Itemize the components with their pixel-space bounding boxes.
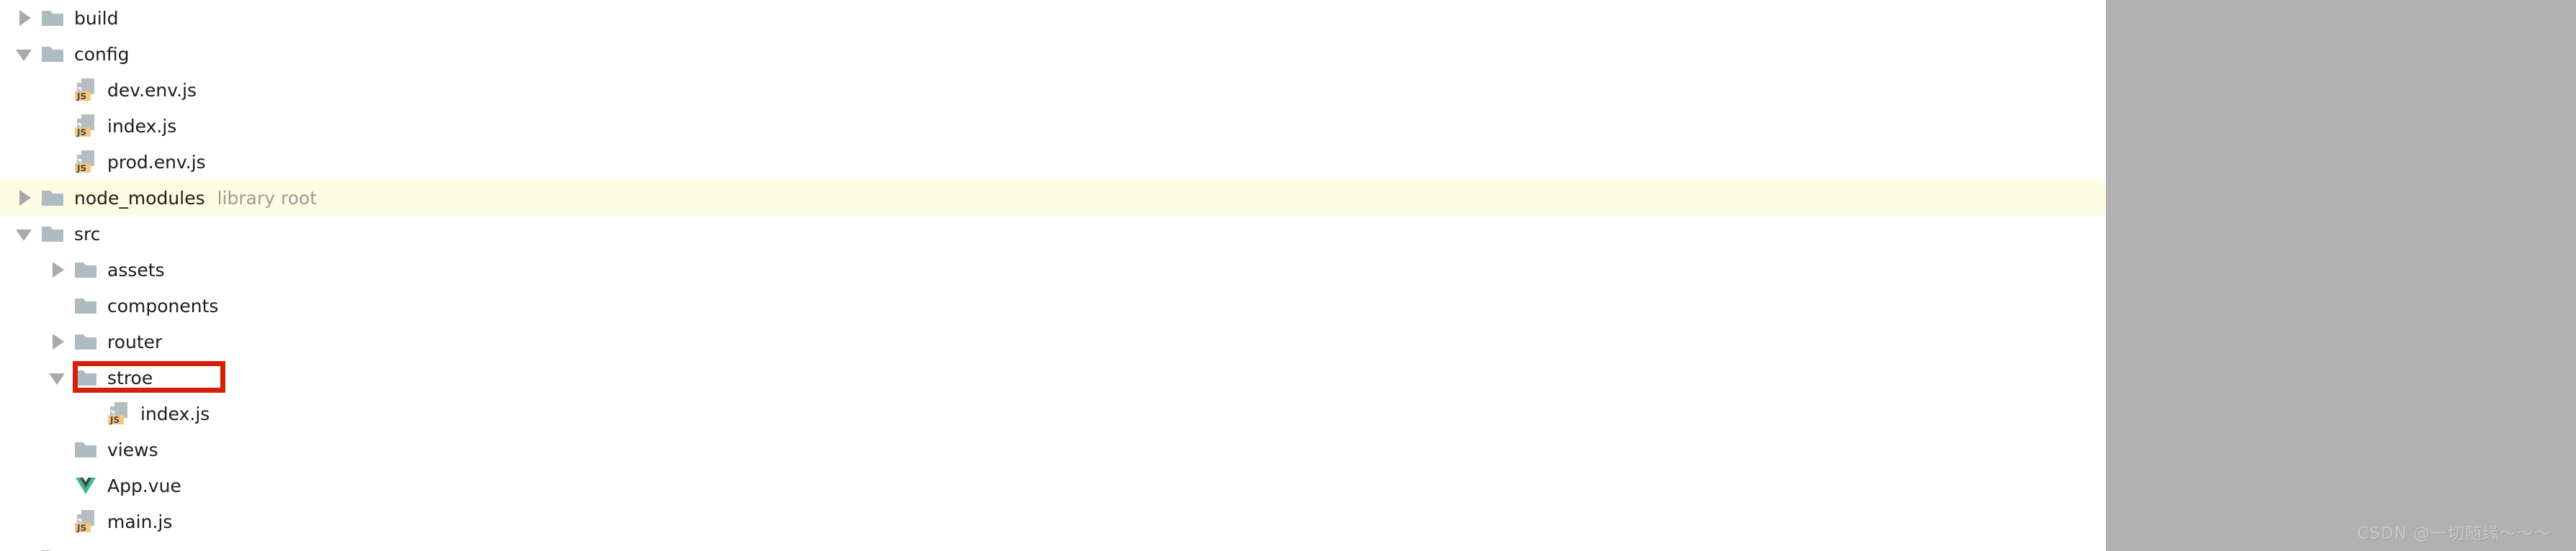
tree-item-label: index.js bbox=[107, 115, 177, 137]
tree-item-sublabel: library root bbox=[217, 187, 318, 209]
expand-arrow-icon[interactable] bbox=[10, 180, 37, 216]
js-file-icon: JS bbox=[71, 144, 101, 180]
tree-row[interactable] bbox=[0, 539, 2106, 551]
folder-icon bbox=[37, 36, 68, 72]
tree-row-router[interactable]: router bbox=[0, 324, 2106, 360]
arrow-placeholder bbox=[43, 144, 71, 180]
folder-icon bbox=[37, 216, 68, 252]
tree-item-label: views bbox=[107, 439, 158, 460]
folder-icon bbox=[71, 432, 101, 468]
folder-icon bbox=[37, 0, 68, 36]
tree-row-app-vue[interactable]: App.vue bbox=[0, 468, 2106, 504]
folder-icon bbox=[71, 324, 101, 360]
folder-icon bbox=[71, 360, 101, 396]
svg-text:JS: JS bbox=[76, 127, 86, 137]
arrow-placeholder bbox=[43, 288, 71, 324]
project-file-tree[interactable]: build config JS dev.env.js JS index.js JS prod.… bbox=[0, 0, 2106, 551]
arrow-placeholder bbox=[76, 396, 104, 432]
tree-item-label: src bbox=[74, 223, 101, 245]
svg-text:JS: JS bbox=[76, 523, 86, 533]
arrow-placeholder bbox=[43, 108, 71, 144]
tree-row-dev-env-js[interactable]: JS dev.env.js bbox=[0, 72, 2106, 108]
vue-file-icon bbox=[71, 468, 101, 504]
svg-text:JS: JS bbox=[76, 91, 86, 101]
svg-text:JS: JS bbox=[109, 415, 120, 425]
tree-item-label: components bbox=[107, 295, 219, 317]
empty-gray-area: CSDN @一切随缘～～～ bbox=[2106, 0, 2576, 551]
folder-icon bbox=[71, 252, 101, 288]
expand-arrow-icon[interactable] bbox=[10, 0, 37, 36]
collapse-arrow-icon[interactable] bbox=[43, 360, 71, 396]
screenshot-root: build config JS dev.env.js JS index.js JS prod.… bbox=[0, 0, 2576, 551]
js-file-icon: JS bbox=[104, 396, 134, 432]
arrow-placeholder bbox=[43, 504, 71, 539]
tree-item-label: index.js bbox=[140, 403, 210, 424]
js-file-icon: JS bbox=[71, 504, 101, 539]
tree-row-index-js[interactable]: JS index.js bbox=[0, 396, 2106, 432]
tree-row-node-modules[interactable]: node_modules library root bbox=[0, 180, 2106, 216]
folder-icon bbox=[71, 288, 101, 324]
tree-item-label: dev.env.js bbox=[107, 79, 197, 101]
arrow-placeholder bbox=[43, 72, 71, 108]
expand-arrow-icon[interactable] bbox=[43, 252, 71, 288]
js-file-icon: JS bbox=[71, 108, 101, 144]
csdn-watermark: CSDN @一切随缘～～～ bbox=[2357, 524, 2552, 543]
arrow-placeholder bbox=[10, 539, 37, 551]
tree-item-label: config bbox=[74, 43, 130, 65]
tree-row-assets[interactable]: assets bbox=[0, 252, 2106, 288]
arrow-placeholder bbox=[43, 468, 71, 504]
expand-arrow-icon[interactable] bbox=[43, 324, 71, 360]
tree-row-views[interactable]: views bbox=[0, 432, 2106, 468]
tree-row-main-js[interactable]: JS main.js bbox=[0, 504, 2106, 539]
tree-row-stroe[interactable]: stroe bbox=[0, 360, 2106, 396]
tree-row-prod-env-js[interactable]: JS prod.env.js bbox=[0, 144, 2106, 180]
folder-icon bbox=[37, 180, 68, 216]
tree-item-label: App.vue bbox=[107, 475, 181, 496]
tree-item-label: prod.env.js bbox=[107, 151, 206, 173]
tree-row-components[interactable]: components bbox=[0, 288, 2106, 324]
tree-item-label: main.js bbox=[107, 511, 173, 532]
tree-row-index-js[interactable]: JS index.js bbox=[0, 108, 2106, 144]
tree-row-list: build config JS dev.env.js JS index.js JS prod.… bbox=[0, 0, 2106, 551]
tree-item-label: router bbox=[107, 331, 163, 352]
folder-icon bbox=[37, 539, 68, 551]
tree-item-label: node_modules bbox=[74, 187, 205, 209]
tree-item-label: stroe bbox=[107, 367, 153, 388]
tree-item-label: build bbox=[74, 7, 119, 29]
collapse-arrow-icon[interactable] bbox=[10, 216, 37, 252]
arrow-placeholder bbox=[43, 432, 71, 468]
tree-row-build[interactable]: build bbox=[0, 0, 2106, 36]
collapse-arrow-icon[interactable] bbox=[10, 36, 37, 72]
js-file-icon: JS bbox=[71, 72, 101, 108]
tree-item-label: assets bbox=[107, 259, 165, 281]
svg-text:JS: JS bbox=[76, 163, 86, 173]
tree-row-src[interactable]: src bbox=[0, 216, 2106, 252]
tree-row-config[interactable]: config bbox=[0, 36, 2106, 72]
